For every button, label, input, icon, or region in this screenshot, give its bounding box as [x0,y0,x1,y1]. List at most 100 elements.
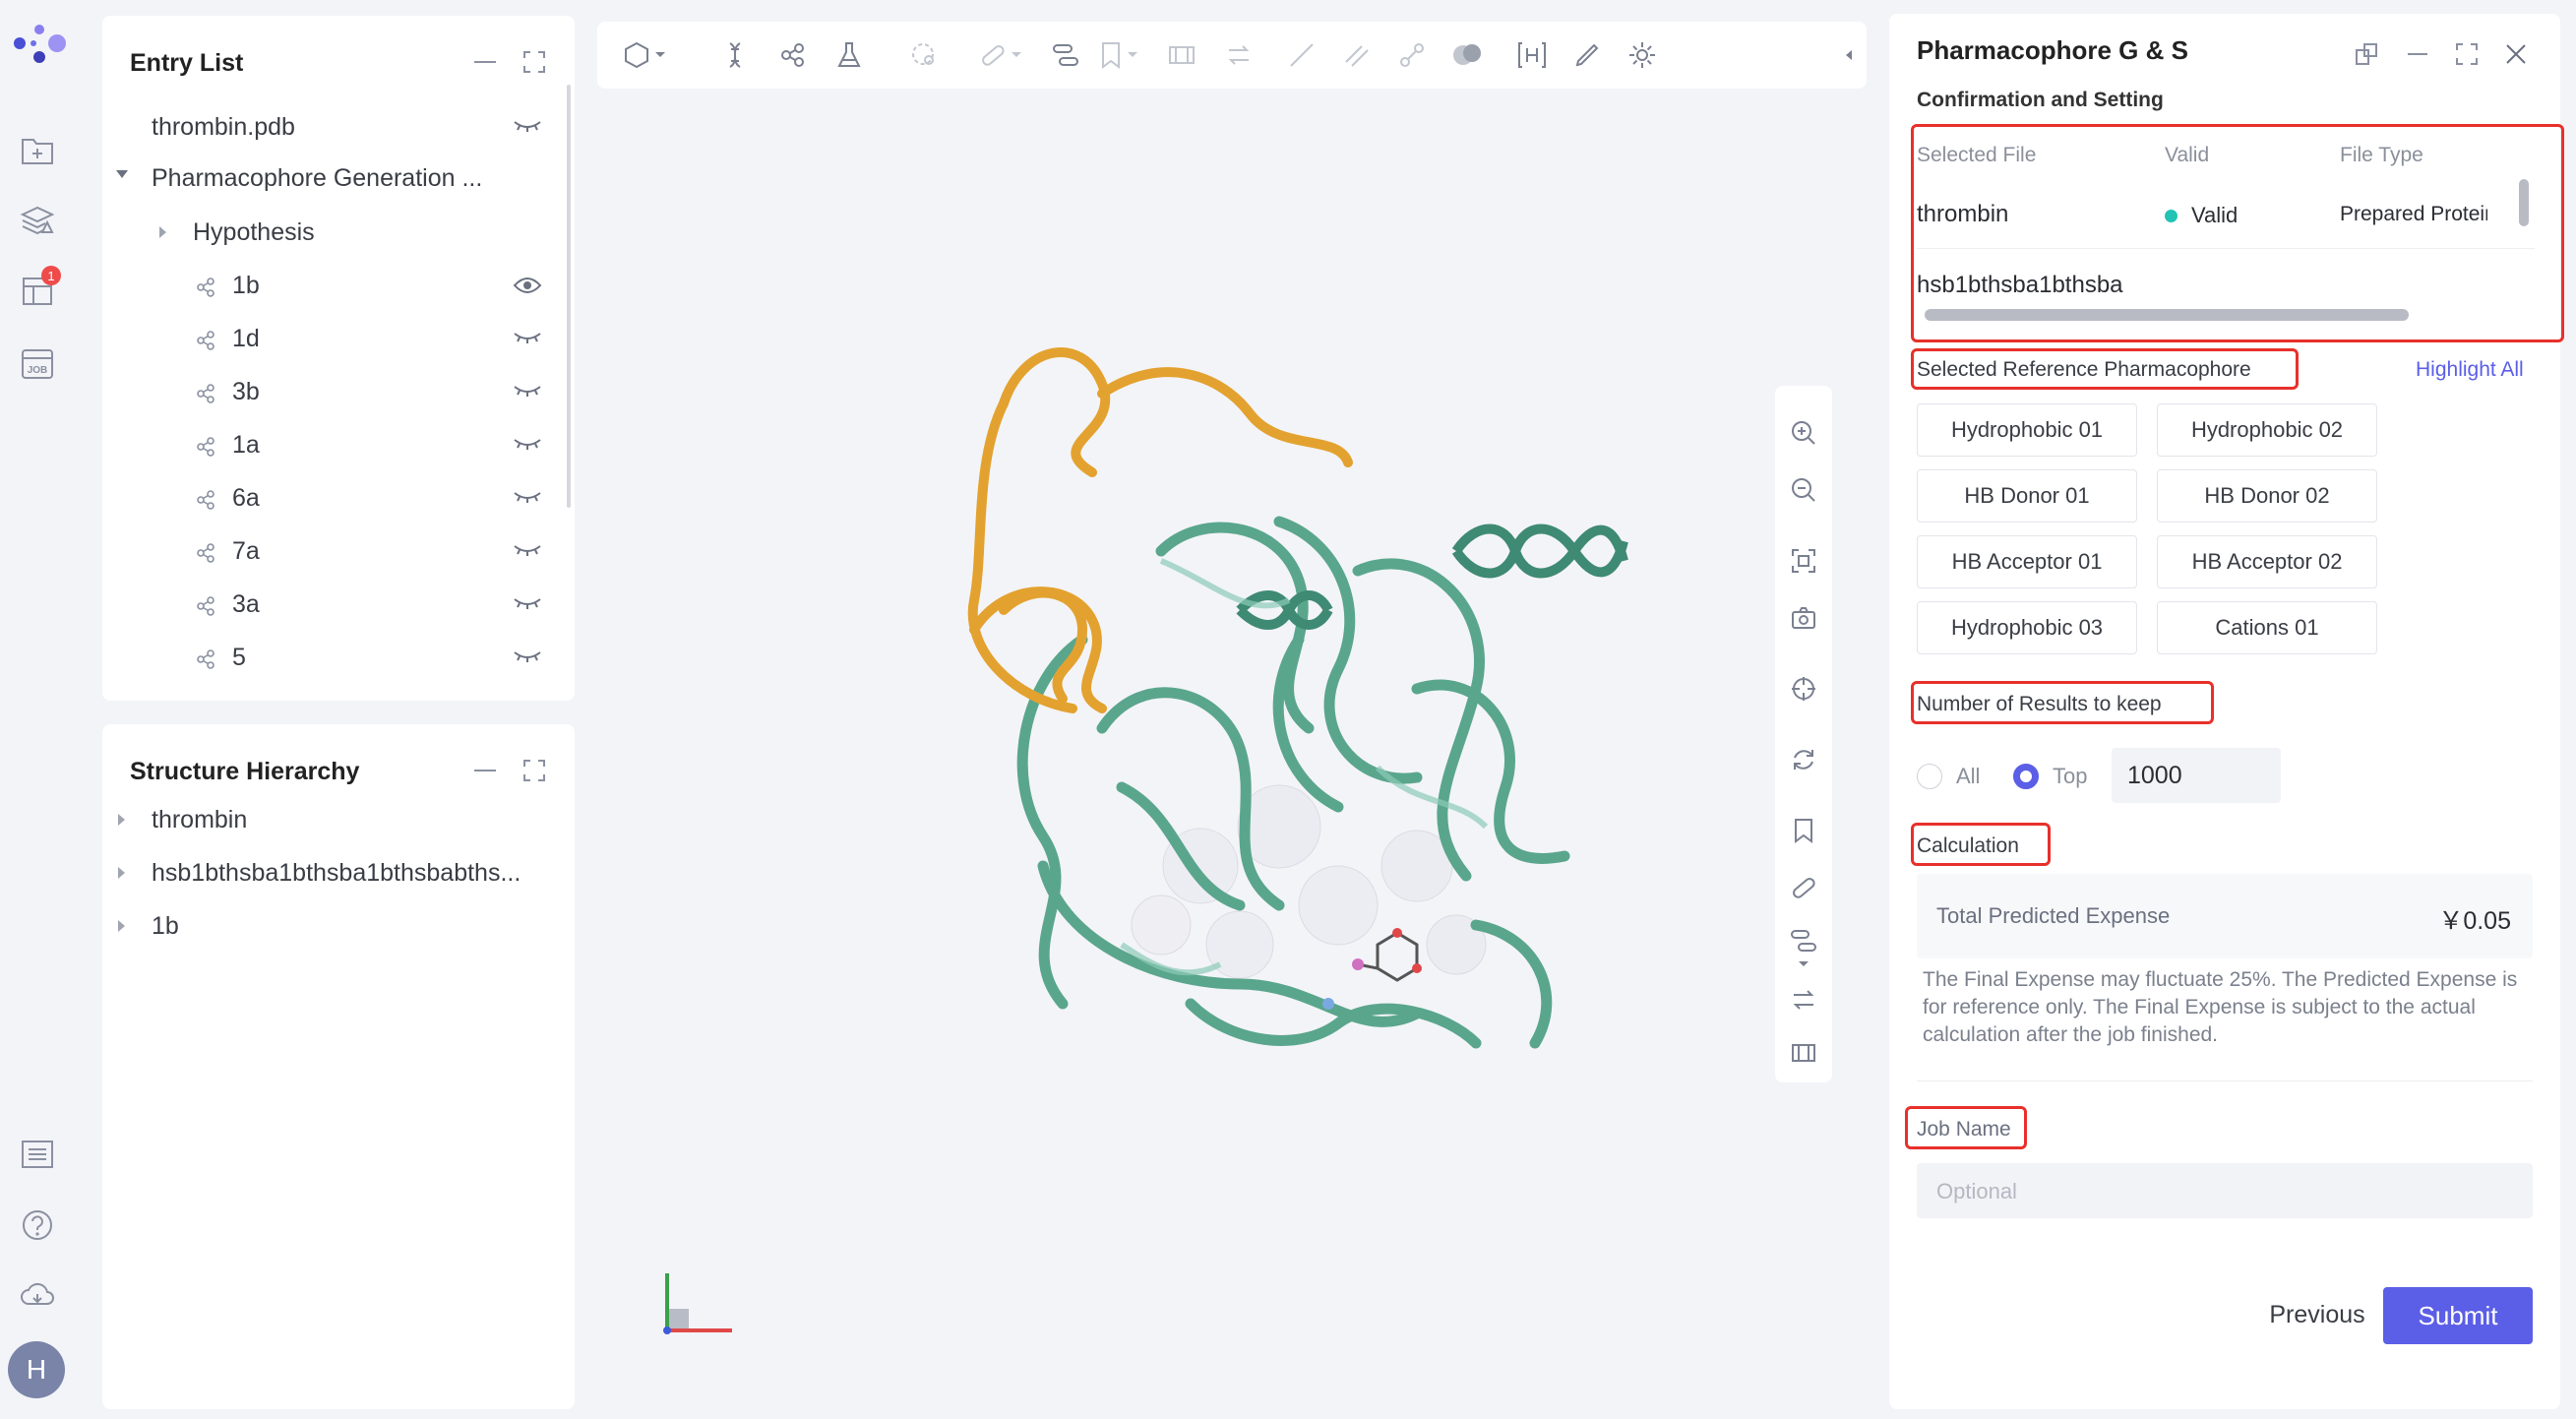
job-icon[interactable]: JOB [18,344,57,384]
double-line-icon[interactable] [1337,35,1377,75]
horizontal-scrollbar[interactable] [1925,309,2409,321]
pharmacophore-chip[interactable]: HB Donor 02 [2157,469,2377,523]
list-item[interactable]: 3b [232,367,260,416]
list-item[interactable]: Pharmacophore Generation ... [152,154,482,203]
layers-icon[interactable] [18,201,57,240]
caret-down-icon[interactable] [116,170,128,178]
eye-closed-icon[interactable] [512,328,543,349]
pencil-icon[interactable] [1567,35,1607,75]
radio-top[interactable] [2013,764,2039,789]
results-label: Number of Results to keep [1917,693,2162,715]
vertical-scrollbar[interactable] [2519,179,2529,226]
cloud-icon[interactable] [18,1275,57,1315]
list-item[interactable]: 3a [232,580,260,629]
target-search-icon[interactable] [904,35,944,75]
app-logo[interactable] [10,14,69,73]
top-count-input[interactable]: 1000 [2112,748,2281,803]
expand-icon[interactable] [518,45,551,79]
copy-icon[interactable] [2350,37,2383,71]
molecule-icon[interactable] [772,35,812,75]
eye-closed-icon[interactable] [512,647,543,668]
pill-icon[interactable] [1784,868,1823,907]
chevron-down-icon[interactable] [1784,955,1823,974]
pharmacophore-chip[interactable]: Hydrophobic 02 [2157,403,2377,457]
eye-closed-icon[interactable] [512,540,543,562]
surface-icon[interactable] [1447,35,1487,75]
pharmacophore-chip[interactable]: Hydrophobic 01 [1917,403,2137,457]
eye-closed-icon[interactable] [512,487,543,509]
rotate-icon[interactable] [1784,740,1823,779]
list-item[interactable]: 1b [232,261,260,310]
list-icon[interactable] [18,1135,57,1174]
chevron-down-icon[interactable] [1005,35,1028,75]
expand-icon[interactable] [2450,37,2484,71]
pharmacophore-chip[interactable]: HB Donor 01 [1917,469,2137,523]
pharmacophore-chip[interactable]: Cations 01 [2157,601,2377,654]
dna-icon[interactable] [715,35,755,75]
list-item[interactable]: Hypothesis [193,208,315,257]
chevron-down-icon[interactable] [648,35,672,75]
camera-icon[interactable] [1784,598,1823,638]
bookmark-icon[interactable] [1784,811,1823,850]
minimize-icon[interactable] [468,45,502,79]
table-cell-file: hsb1bthsba1bthsba [1917,272,2123,298]
pharmacophore-icon [195,277,216,298]
chevron-down-icon[interactable] [1121,35,1144,75]
eye-open-icon[interactable] [512,275,543,296]
submit-button[interactable]: Submit [2383,1287,2533,1344]
close-icon[interactable] [2499,37,2533,71]
list-item[interactable]: 1a [232,420,260,469]
protein-3d-view[interactable] [866,315,1633,1132]
link-icon[interactable] [1392,35,1432,75]
eye-closed-icon[interactable] [512,434,543,456]
help-icon[interactable] [18,1205,57,1245]
center-icon[interactable] [1784,669,1823,709]
list-item[interactable]: hsb1bthsba1bthsba1bthsbabths... [152,848,521,897]
caret-right-icon[interactable] [118,814,125,826]
swap-icon[interactable] [1784,980,1823,1019]
line-icon[interactable] [1282,35,1321,75]
scrollbar[interactable] [567,85,571,508]
list-item[interactable]: 1d [232,314,260,363]
list-item[interactable]: thrombin.pdb [152,102,295,152]
table-icon[interactable]: 1 [18,266,61,311]
pharmacophore-chip[interactable]: HB Acceptor 01 [1917,535,2137,588]
list-item[interactable]: 1b [152,901,179,951]
fit-view-icon[interactable] [1784,541,1823,581]
caret-right-icon[interactable] [118,920,125,932]
column-header: Selected File [1917,144,2037,166]
list-item[interactable]: 5 [232,633,246,682]
minimize-icon[interactable] [468,754,502,787]
list-item[interactable]: thrombin [152,795,247,844]
expense-box: Total Predicted Expense ￥0.05 [1917,874,2533,958]
eye-closed-icon[interactable] [512,593,543,615]
pharmacophore-chip[interactable]: Hydrophobic 03 [1917,601,2137,654]
map-icon[interactable] [1162,35,1201,75]
collapse-arrow-icon[interactable] [1839,35,1859,75]
job-name-input[interactable]: Optional [1917,1163,2533,1218]
route-icon[interactable] [1046,35,1085,75]
hydrogen-icon[interactable] [1512,35,1552,75]
caret-right-icon[interactable] [118,867,125,879]
radio-all[interactable] [1917,764,1942,789]
list-item[interactable]: 7a [232,526,260,576]
pharmacophore-icon [195,648,216,670]
gear-icon[interactable] [1623,35,1662,75]
expense-note: The Final Expense may fluctuate 25%. The… [1923,968,2518,1046]
zoom-in-icon[interactable] [1784,413,1823,453]
eye-closed-icon[interactable] [512,381,543,402]
list-item[interactable]: 6a [232,473,260,523]
new-project-icon[interactable] [18,131,57,170]
caret-right-icon[interactable] [159,226,166,238]
eye-closed-icon[interactable] [512,116,543,138]
highlight-all-link[interactable]: Highlight All [2416,358,2524,382]
minimize-icon[interactable] [2401,37,2434,71]
map-icon[interactable] [1784,1033,1823,1073]
pharmacophore-chip[interactable]: HB Acceptor 02 [2157,535,2377,588]
previous-button[interactable]: Previous [2249,1287,2385,1342]
expand-icon[interactable] [518,754,551,787]
swap-icon[interactable] [1219,35,1258,75]
zoom-out-icon[interactable] [1784,470,1823,510]
avatar[interactable]: H [8,1341,65,1398]
flask-icon[interactable] [829,35,869,75]
